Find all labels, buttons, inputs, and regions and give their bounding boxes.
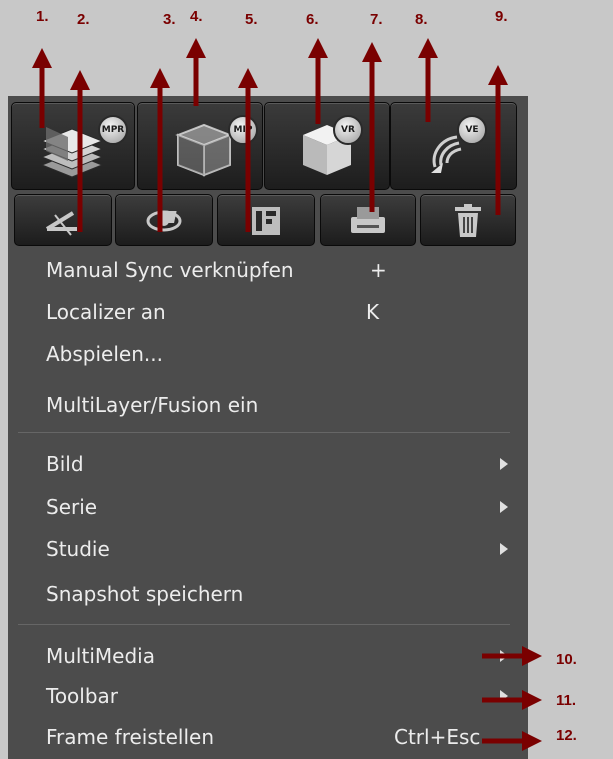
trash-icon xyxy=(455,204,481,237)
eye-button[interactable] xyxy=(115,194,213,246)
angle-measure-icon xyxy=(45,211,77,236)
menu-item-multimedia[interactable]: MultiMedia xyxy=(46,636,155,676)
submenu-arrow-icon xyxy=(500,690,508,702)
menu-separator xyxy=(18,432,510,433)
submenu-arrow-icon xyxy=(500,650,508,662)
annotation-4: 4. xyxy=(190,8,203,25)
menu-separator xyxy=(18,624,510,625)
mpr-button[interactable]: MPR xyxy=(11,102,135,190)
menu-item-snapshot[interactable]: Snapshot speichern xyxy=(46,574,243,614)
menu-item-manual-sync[interactable]: Manual Sync verknüpfen xyxy=(46,250,294,290)
annotation-6: 6. xyxy=(306,11,319,28)
shortcut-frame-freistellen: Ctrl+Esc xyxy=(394,725,481,749)
ve-badge: VE xyxy=(457,115,487,145)
ve-button[interactable]: VE xyxy=(390,102,517,190)
menu-item-abspielen[interactable]: Abspielen... xyxy=(46,334,163,374)
angle-measure-button[interactable] xyxy=(14,194,112,246)
menu-item-toolbar[interactable]: Toolbar xyxy=(46,676,118,716)
annotation-9: 9. xyxy=(495,8,508,25)
printer-icon xyxy=(351,207,385,233)
menu-item-localizer[interactable]: Localizer an xyxy=(46,292,166,332)
annotation-12: 12. xyxy=(556,727,577,744)
shortcut-localizer: K xyxy=(366,300,380,324)
annotation-2: 2. xyxy=(77,11,90,28)
annotation-3: 3. xyxy=(163,11,176,28)
menu-item-studie[interactable]: Studie xyxy=(46,529,110,569)
delete-button[interactable] xyxy=(420,194,516,246)
menu-item-frame-freistellen[interactable]: Frame freistellen xyxy=(46,717,214,757)
vr-badge: VR xyxy=(333,115,363,145)
mip-button[interactable]: MIP xyxy=(137,102,263,190)
menu-item-multilayer[interactable]: MultiLayer/Fusion ein xyxy=(46,385,258,425)
shortcut-manual-sync: + xyxy=(370,258,387,282)
annotation-10: 10. xyxy=(556,651,577,668)
eye-icon xyxy=(146,210,182,232)
submenu-arrow-icon xyxy=(500,501,508,513)
annotation-8: 8. xyxy=(415,11,428,28)
menu-item-bild[interactable]: Bild xyxy=(46,444,84,484)
annotation-11: 11. xyxy=(556,692,577,709)
vr-button[interactable]: VR xyxy=(264,102,390,190)
mip-badge: MIP xyxy=(228,115,258,145)
submenu-arrow-icon xyxy=(500,543,508,555)
frame-layout-icon xyxy=(252,207,280,235)
submenu-arrow-icon xyxy=(500,458,508,470)
annotation-5: 5. xyxy=(245,11,258,28)
ve-icon xyxy=(431,135,462,173)
frame-layout-button[interactable] xyxy=(217,194,315,246)
menu-item-serie[interactable]: Serie xyxy=(46,487,97,527)
annotation-1: 1. xyxy=(36,8,49,25)
annotation-7: 7. xyxy=(370,11,383,28)
print-button[interactable] xyxy=(320,194,416,246)
mpr-badge: MPR xyxy=(98,115,128,145)
vr-icon xyxy=(303,125,351,175)
